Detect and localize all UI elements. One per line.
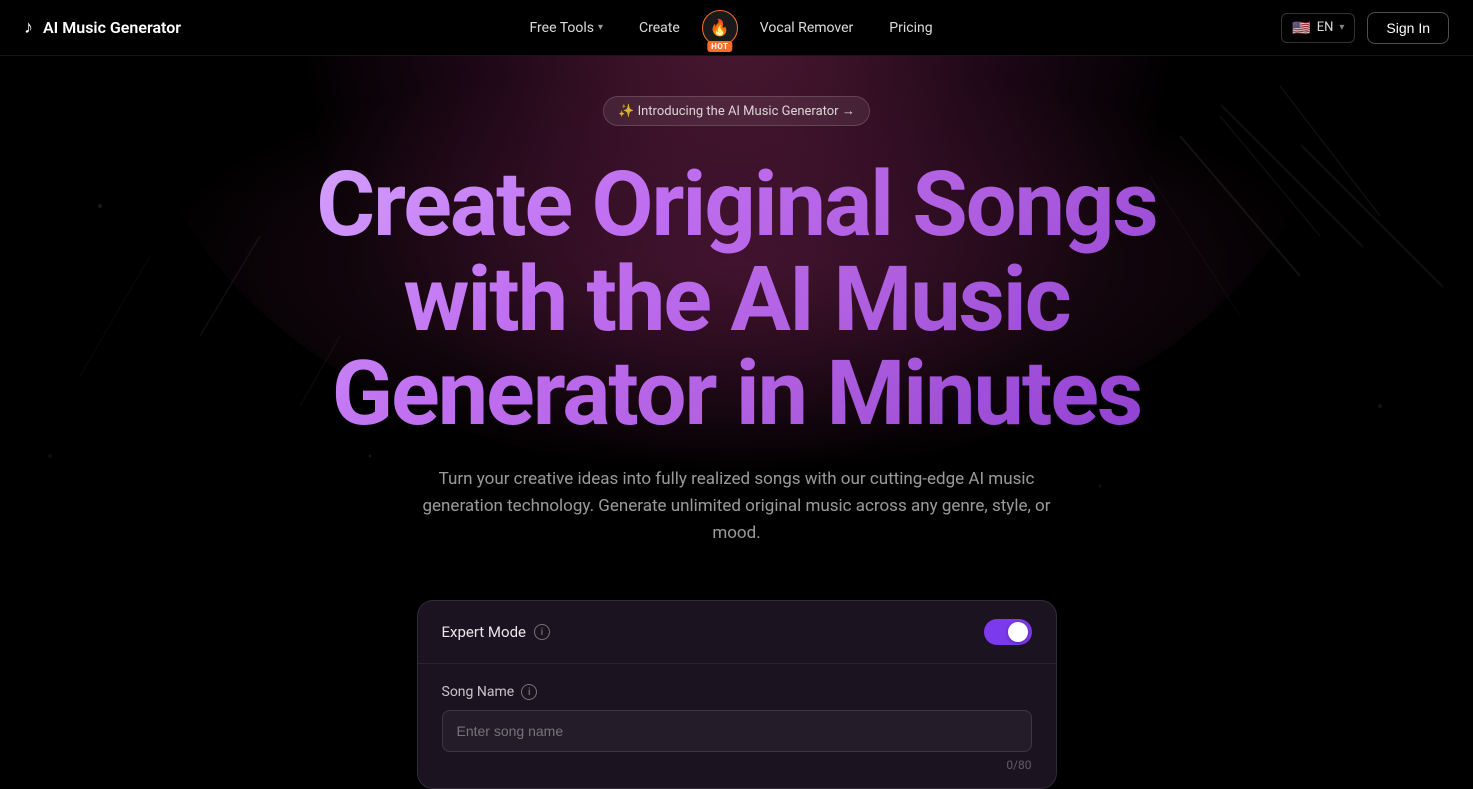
expert-mode-info-icon[interactable]: i xyxy=(534,624,550,640)
hot-text: HOT xyxy=(707,41,732,52)
song-name-section: Song Name i 0/80 xyxy=(418,664,1056,788)
navbar-brand: ♪ AI Music Generator xyxy=(24,17,181,38)
form-card: Expert Mode i Song Name i 0/80 xyxy=(417,600,1057,789)
hot-badge-wrapper[interactable]: 🔥 HOT xyxy=(702,10,738,46)
form-section: Expert Mode i Song Name i 0/80 xyxy=(0,568,1473,789)
hero-section: ✨ Introducing the AI Music Generator → C… xyxy=(0,56,1473,568)
nav-vocal-remover[interactable]: Vocal Remover xyxy=(746,14,867,42)
sign-in-button[interactable]: Sign In xyxy=(1367,12,1449,44)
fire-icon: 🔥 xyxy=(710,18,730,37)
language-selector[interactable]: 🇺🇸 EN ▾ xyxy=(1281,13,1355,43)
hero-title-line2: with the AI Music xyxy=(403,247,1069,352)
toggle-track xyxy=(984,619,1032,645)
nav-create[interactable]: Create xyxy=(625,14,694,42)
nav-pricing[interactable]: Pricing xyxy=(875,14,946,42)
song-name-input[interactable] xyxy=(442,710,1032,752)
hero-title-line3: Generator in Minutes xyxy=(332,341,1141,446)
navbar-center: Free Tools ▾ Create 🔥 HOT Vocal Remover … xyxy=(515,10,946,46)
hero-subtitle: Turn your creative ideas into fully real… xyxy=(407,466,1067,548)
expert-mode-row: Expert Mode i xyxy=(418,601,1056,664)
hero-title: Create Original Songs with the AI Music … xyxy=(316,158,1156,442)
navbar-right: 🇺🇸 EN ▾ Sign In xyxy=(1281,12,1449,44)
char-count: 0/80 xyxy=(442,758,1032,772)
expert-mode-toggle[interactable] xyxy=(984,619,1032,645)
song-name-label: Song Name i xyxy=(442,684,1032,700)
lang-chevron-icon: ▾ xyxy=(1339,22,1344,33)
nav-free-tools[interactable]: Free Tools ▾ xyxy=(515,14,617,42)
toggle-thumb xyxy=(1008,622,1028,642)
song-name-info-icon[interactable]: i xyxy=(521,684,537,700)
music-note-icon: ♪ xyxy=(24,17,33,38)
navbar: ♪ AI Music Generator Free Tools ▾ Create… xyxy=(0,0,1473,56)
intro-badge-text: ✨ Introducing the AI Music Generator → xyxy=(618,103,855,119)
flag-icon: 🇺🇸 xyxy=(1292,19,1311,37)
hero-title-line1: Create Original Songs xyxy=(316,152,1156,257)
intro-badge[interactable]: ✨ Introducing the AI Music Generator → xyxy=(603,96,870,126)
chevron-down-icon: ▾ xyxy=(598,22,603,33)
expert-mode-label: Expert Mode i xyxy=(442,623,551,641)
lang-code: EN xyxy=(1317,20,1334,35)
brand-name: AI Music Generator xyxy=(43,18,181,37)
